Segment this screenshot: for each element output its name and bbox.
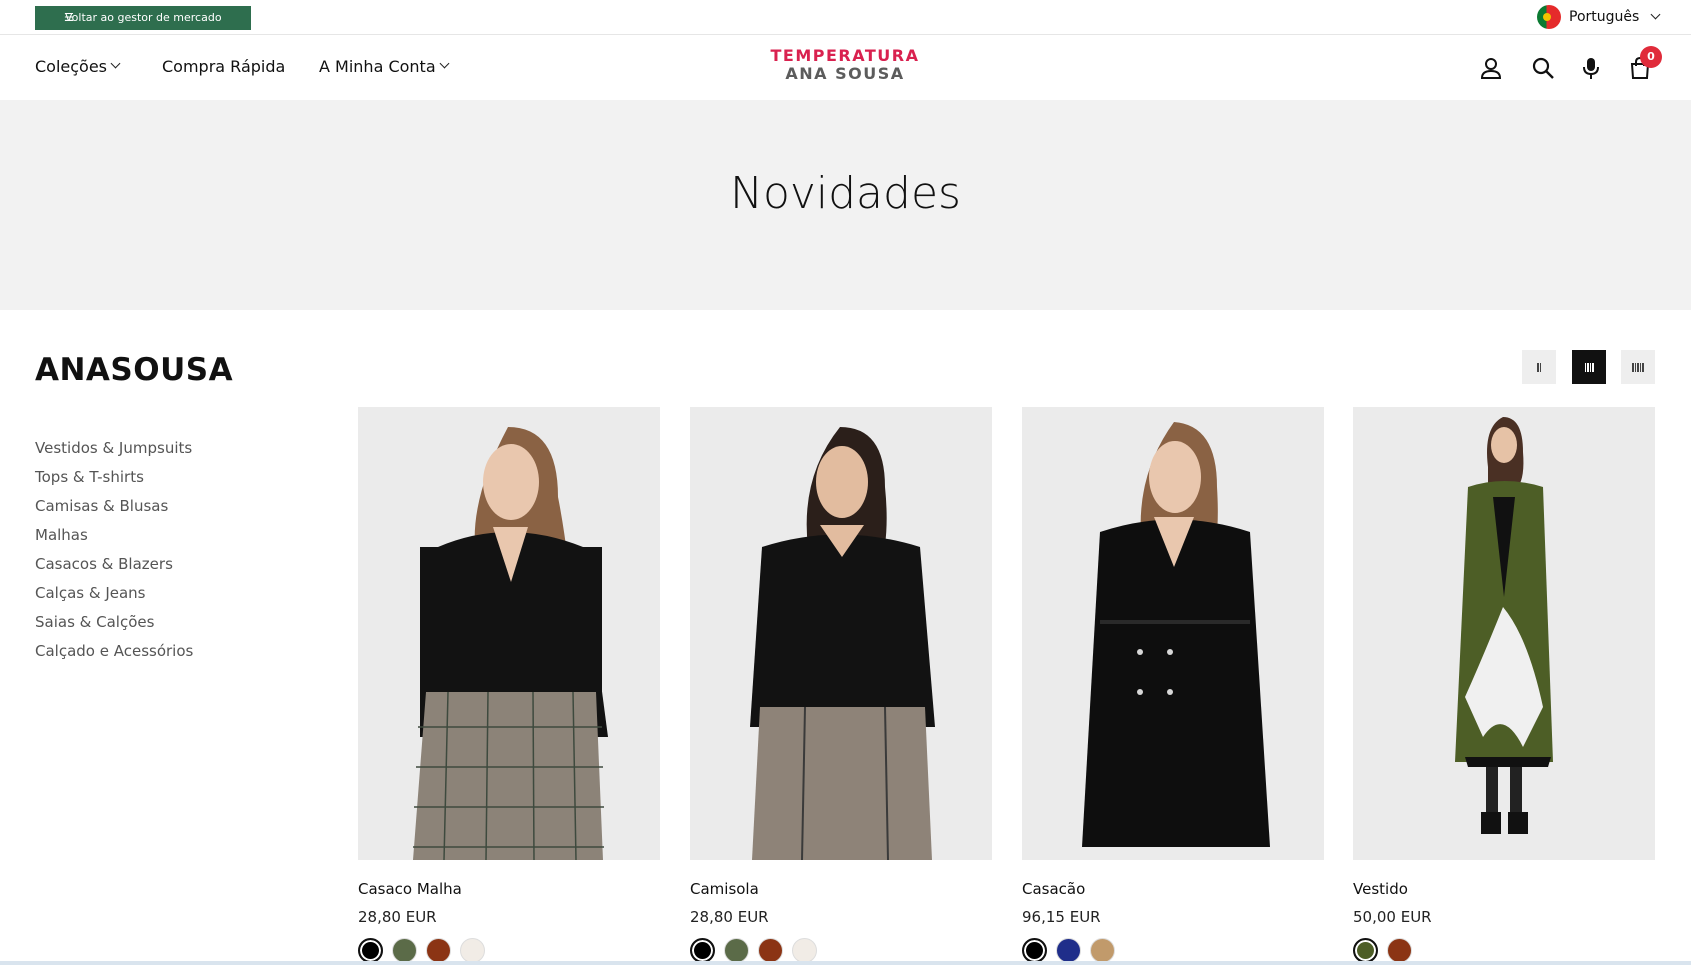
nav-colecoes-label: Coleções <box>35 57 108 76</box>
sidebar-item-vestidos[interactable]: Vestidos & Jumpsuits <box>35 434 193 463</box>
product-image[interactable] <box>358 407 660 860</box>
color-swatches <box>1353 938 1655 963</box>
collection-hero: Novidades <box>0 100 1691 310</box>
grid-5-columns-button[interactable] <box>1621 350 1655 384</box>
color-swatches <box>1022 938 1324 963</box>
color-swatch-navy[interactable] <box>1056 938 1081 963</box>
language-selector[interactable]: Português <box>1537 5 1661 29</box>
product-price: 50,00 EUR <box>1353 908 1432 926</box>
product-card[interactable]: Vestido 50,00 EUR <box>1353 407 1655 963</box>
color-swatch-black[interactable] <box>1022 938 1047 963</box>
product-name[interactable]: Vestido <box>1353 880 1655 898</box>
page-title: Novidades <box>730 168 961 219</box>
page-bottom-edge <box>0 961 1691 965</box>
product-price: 28,80 EUR <box>690 908 769 926</box>
nav-compra-rapida-label: Compra Rápida <box>162 57 286 76</box>
sidebar-item-casacos[interactable]: Casacos & Blazers <box>35 550 193 579</box>
color-swatch-cream[interactable] <box>792 938 817 963</box>
list-icon: ☰ <box>64 11 74 24</box>
color-swatch-green[interactable] <box>724 938 749 963</box>
portugal-flag-icon <box>1537 5 1561 29</box>
product-photo-dress <box>1353 407 1655 860</box>
cart-count-badge: 0 <box>1640 46 1662 68</box>
nav-minha-conta-label: A Minha Conta <box>319 57 436 76</box>
grid-2-columns-button[interactable] <box>1522 350 1556 384</box>
color-swatch-black[interactable] <box>358 938 383 963</box>
color-swatch-olive[interactable] <box>1353 938 1378 963</box>
product-card[interactable]: Casacão 96,15 EUR <box>1022 407 1324 963</box>
brand-heading: ANASOUSA <box>35 352 234 388</box>
product-photo-sweater <box>690 407 992 860</box>
sidebar-item-camisas[interactable]: Camisas & Blusas <box>35 492 193 521</box>
sidebar-item-calcas[interactable]: Calças & Jeans <box>35 579 193 608</box>
sidebar-item-malhas[interactable]: Malhas <box>35 521 193 550</box>
product-image[interactable] <box>690 407 992 860</box>
logo-line-1: TEMPERATURA <box>770 46 920 65</box>
color-swatch-black[interactable] <box>690 938 715 963</box>
microphone-icon[interactable] <box>1578 55 1604 81</box>
product-price: 28,80 EUR <box>358 908 437 926</box>
product-name[interactable]: Camisola <box>690 880 992 898</box>
nav-colecoes[interactable]: Coleções <box>35 57 121 76</box>
color-swatch-camel[interactable] <box>1090 938 1115 963</box>
chevron-down-icon <box>1650 9 1661 19</box>
product-price: 96,15 EUR <box>1022 908 1101 926</box>
color-swatch-green[interactable] <box>392 938 417 963</box>
sidebar-item-tops[interactable]: Tops & T-shirts <box>35 463 193 492</box>
language-label: Português <box>1569 9 1640 25</box>
user-icon[interactable] <box>1478 55 1504 81</box>
sidebar-item-saias[interactable]: Saias & Calções <box>35 608 193 637</box>
back-to-market-label: Voltar ao gestor de mercado <box>65 11 222 24</box>
product-image[interactable] <box>1022 407 1324 860</box>
color-swatch-cream[interactable] <box>460 938 485 963</box>
chevron-down-icon <box>439 58 450 69</box>
product-card[interactable]: Camisola 28,80 EUR <box>690 407 992 963</box>
color-swatch-brown[interactable] <box>758 938 783 963</box>
search-icon[interactable] <box>1530 55 1556 81</box>
color-swatch-brown[interactable] <box>426 938 451 963</box>
top-bar: ☰ Voltar ao gestor de mercado Português <box>0 0 1691 35</box>
back-to-market-button[interactable]: ☰ Voltar ao gestor de mercado <box>35 6 251 30</box>
nav-minha-conta[interactable]: A Minha Conta <box>319 57 450 76</box>
product-photo-coat <box>1022 407 1324 860</box>
site-logo[interactable]: TEMPERATURA ANA SOUSA <box>760 47 930 83</box>
product-name[interactable]: Casaco Malha <box>358 880 660 898</box>
color-swatch-brown[interactable] <box>1387 938 1412 963</box>
grid-4-columns-button[interactable] <box>1572 350 1606 384</box>
logo-line-2: ANA SOUSA <box>785 64 905 83</box>
product-name[interactable]: Casacão <box>1022 880 1324 898</box>
product-card[interactable]: Casaco Malha 28,80 EUR <box>358 407 660 963</box>
sidebar-item-calcado[interactable]: Calçado e Acessórios <box>35 637 193 666</box>
product-image[interactable] <box>1353 407 1655 860</box>
category-sidebar: Vestidos & Jumpsuits Tops & T-shirts Cam… <box>35 434 193 666</box>
product-photo-cardigan <box>358 407 660 860</box>
color-swatches <box>690 938 992 963</box>
chevron-down-icon <box>110 58 121 69</box>
color-swatches <box>358 938 660 963</box>
main-header: Coleções Compra Rápida A Minha Conta TEM… <box>0 35 1691 100</box>
nav-compra-rapida[interactable]: Compra Rápida <box>162 57 285 76</box>
